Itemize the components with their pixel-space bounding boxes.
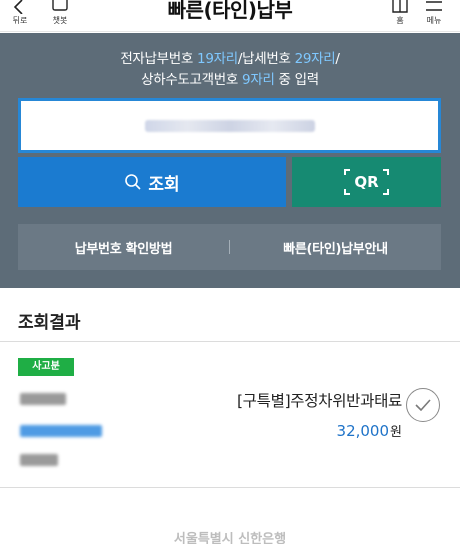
qr-button-label: QR (354, 173, 379, 191)
top-bar: 뒤로 챗봇 빠른(타인)납부 홈 메뉴 (0, 0, 460, 32)
menu-button[interactable]: 메뉴 (424, 0, 444, 26)
qr-icon: QR (344, 169, 389, 195)
home-button[interactable]: 홈 (390, 0, 410, 26)
status-badge: 사고분 (18, 358, 74, 376)
qr-scan-button[interactable]: QR (292, 157, 441, 207)
help-links-bar: 납부번호 확인방법 빠른(타인)납부안내 (18, 224, 441, 270)
payment-number-input[interactable] (18, 98, 441, 153)
guide-line-2: 상하수도고객번호 9자리 중 입력 (141, 72, 319, 88)
results-title: 조회결과 (18, 313, 81, 333)
hamburger-icon (426, 1, 442, 11)
quick-payment-guide-link[interactable]: 빠른(타인)납부안내 (230, 238, 441, 257)
item-divider (0, 487, 460, 488)
search-button[interactable]: 조회 (18, 157, 286, 207)
home-label: 홈 (396, 16, 404, 25)
search-button-label: 조회 (148, 174, 180, 195)
results-divider (0, 341, 460, 342)
menu-label: 메뉴 (426, 16, 442, 25)
amount-unit: 원 (390, 425, 402, 440)
payment-entry-panel: 전자납부번호 19자리/납세번호 29자리/ 상하수도고객번호 9자리 중 입력… (0, 33, 460, 288)
masked-field-3 (20, 454, 58, 466)
guide-line-1: 전자납부번호 19자리/납세번호 29자리/ (120, 51, 340, 67)
check-icon (415, 399, 431, 411)
search-icon (125, 174, 141, 190)
amount-value: 32,000 (336, 422, 390, 440)
masked-field-1 (20, 393, 66, 405)
footer-logos: 서울특별시 신한은행 (173, 532, 287, 544)
bill-amount: 32,000원 (337, 421, 402, 440)
how-to-check-link[interactable]: 납부번호 확인방법 (18, 238, 229, 257)
home-icon (392, 0, 408, 13)
masked-input-value (144, 119, 315, 132)
bill-name: [구특별]주정차위반과태료 (236, 392, 402, 410)
select-checkbox[interactable] (406, 388, 440, 422)
masked-field-2 (20, 425, 102, 437)
input-guide-text: 전자납부번호 19자리/납세번호 29자리/ 상하수도고객번호 9자리 중 입력 (0, 49, 460, 91)
